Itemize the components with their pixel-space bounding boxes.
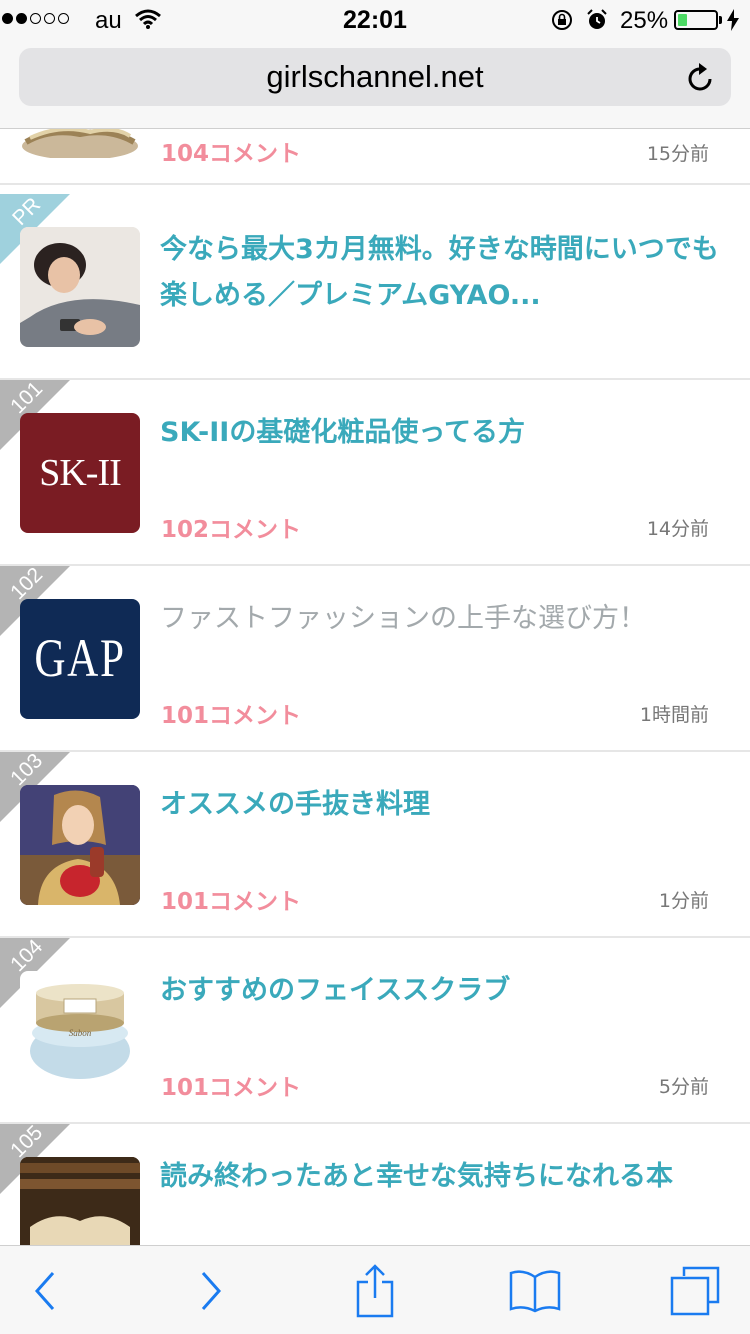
thumbnail-scrub-jar: Sabon (20, 971, 140, 1091)
thumbnail-woman-phone (20, 227, 140, 347)
post-time: 15分前 (646, 143, 709, 165)
post-time: 1時間前 (639, 704, 709, 726)
battery-tip (719, 16, 722, 24)
battery-icon (674, 10, 718, 30)
thumbnail-anime-character (20, 785, 140, 905)
list-item[interactable]: 103 オススメの手抜き料理 101コメント 1分前 (0, 749, 750, 938)
topic-title[interactable]: ファストファッションの上手な選び方！ (160, 596, 730, 642)
post-time: 1分前 (658, 890, 709, 912)
thumbnail-skii-logo: SK-II (20, 413, 140, 533)
comment-count: 104コメント (161, 141, 302, 167)
thumbnail-logo-text: GAP (34, 628, 126, 688)
topic-title[interactable]: SK-IIの基礎化粧品使ってる方 (160, 410, 730, 456)
comment-count: 101コメント (161, 1075, 302, 1101)
comment-count: 102コメント (161, 517, 302, 543)
topic-list: 104コメント 15分前 PR 今なら最大3カ月無料。好きな時間にいつでも楽しめ… (0, 129, 750, 1245)
thumbnail-gap-logo: GAP (20, 599, 140, 719)
reload-icon[interactable] (686, 61, 716, 93)
thumbnail-open-book (20, 1157, 140, 1245)
rotation-lock-icon (552, 10, 572, 30)
topic-title[interactable]: オススメの手抜き料理 (160, 782, 730, 828)
comment-count: 101コメント (161, 703, 302, 729)
forward-button[interactable] (176, 1246, 246, 1334)
thumbnail-logo-text: SK-II (39, 452, 122, 494)
post-time: 5分前 (658, 1076, 709, 1098)
thumbnail-logo-text: Sabon (68, 1028, 92, 1038)
url-field[interactable]: girlschannel.net (19, 48, 731, 106)
list-item[interactable]: 102 GAP ファストファッションの上手な選び方！ 101コメント 1時間前 (0, 563, 750, 752)
tabs-icon[interactable] (670, 1266, 720, 1316)
url-text[interactable]: girlschannel.net (19, 48, 731, 106)
browser-toolbar (0, 1245, 750, 1334)
list-item[interactable]: 101 SK-II SK-IIの基礎化粧品使ってる方 102コメント 14分前 (0, 377, 750, 566)
thumbnail-noodles (20, 129, 140, 158)
share-icon[interactable] (355, 1263, 395, 1318)
back-icon[interactable] (33, 1271, 57, 1311)
status-bar: au 22:01 25% (0, 0, 750, 40)
bookmarks-icon[interactable] (509, 1269, 561, 1313)
battery-percent: 25% (620, 7, 669, 34)
list-item[interactable]: 104コメント 15分前 (0, 129, 750, 185)
back-button[interactable] (10, 1246, 80, 1334)
charging-bolt-icon (727, 9, 739, 31)
alarm-icon (587, 9, 607, 29)
list-item[interactable]: 104 Sabon おすすめのフェイススクラブ 101コメント 5分前 (0, 935, 750, 1124)
browser-address-bar: girlschannel.net (0, 40, 750, 129)
post-time: 14分前 (646, 518, 709, 540)
tabs-button[interactable] (660, 1246, 730, 1334)
list-item[interactable]: 105 読み終わったあと幸せな気持ちになれる本 (0, 1121, 750, 1245)
comment-count: 101コメント (161, 889, 302, 915)
bookmarks-button[interactable] (500, 1246, 570, 1334)
topic-title[interactable]: 今なら最大3カ月無料。好きな時間にいつでも楽しめる／プレミアムGYAO... (160, 227, 730, 319)
topic-title[interactable]: 読み終わったあと幸せな気持ちになれる本 (160, 1154, 730, 1200)
topic-title[interactable]: おすすめのフェイススクラブ (160, 968, 730, 1014)
share-button[interactable] (340, 1246, 410, 1334)
list-item-ad[interactable]: PR 今なら最大3カ月無料。好きな時間にいつでも楽しめる／プレミアムGYAO..… (0, 193, 750, 380)
forward-icon[interactable] (199, 1271, 223, 1311)
